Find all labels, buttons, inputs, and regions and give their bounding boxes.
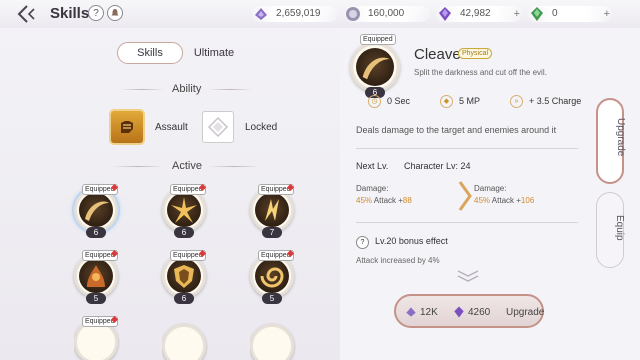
arrow-right-icon <box>458 181 472 211</box>
skill-slot-cleave[interactable]: Equipped 6 <box>74 183 120 238</box>
divider <box>120 89 164 90</box>
currency-green-value: 0 <box>552 8 558 19</box>
tab-skills[interactable]: Skills <box>117 42 183 64</box>
crystal-bundle-icon <box>255 8 267 20</box>
shield-burst-icon <box>174 265 194 288</box>
skill-level: 6 <box>174 227 194 238</box>
back-icon[interactable] <box>16 4 38 24</box>
slash-arc-icon <box>85 201 109 221</box>
currency-purple: 42,982 + <box>436 6 522 22</box>
charge-stat: » + 3.5 Charge <box>510 95 581 108</box>
skill-level: 5 <box>262 293 282 304</box>
currency-silver-value: 160,000 <box>368 8 405 19</box>
fire-creature-icon <box>87 265 105 287</box>
divider <box>208 89 252 90</box>
current-damage-label: Damage: <box>356 184 389 193</box>
skill-level: 5 <box>86 293 106 304</box>
slash-arc-icon <box>362 57 390 80</box>
currency-crystals-value: 2,659,019 <box>276 8 321 19</box>
mp-cost-stat: ◆ 5 MP <box>440 95 480 108</box>
character-level-req: Character Lv: 24 <box>404 161 471 171</box>
skill-level: 6 <box>86 227 106 238</box>
skill-level: 6 <box>174 293 194 304</box>
bell-icon <box>111 9 119 16</box>
skill-slot-7[interactable]: Equipped <box>74 316 120 360</box>
bell-button[interactable] <box>107 5 123 21</box>
skill-description: Deals damage to the target and enemies a… <box>356 125 557 135</box>
burst-spikes-icon <box>171 197 197 223</box>
skill-slot-5[interactable]: Equipped 6 <box>162 249 208 304</box>
current-damage-value: 45% Attack +88 <box>356 196 412 205</box>
skill-level: 7 <box>262 227 282 238</box>
help-button[interactable]: ? <box>88 5 104 21</box>
divider <box>356 222 578 223</box>
currency-crystals: 2,659,019 <box>252 6 338 22</box>
green-gem-icon <box>531 7 543 21</box>
currency-purple-value: 42,982 <box>460 8 491 19</box>
equipped-badge: Equipped <box>360 34 396 45</box>
ability-heading: Ability <box>172 83 202 95</box>
scroll-down-icon[interactable] <box>455 268 481 282</box>
skill-type-tabs: Skills Ultimate <box>117 42 245 64</box>
ability-locked[interactable] <box>202 111 234 143</box>
info-icon: ? <box>356 236 369 249</box>
next-level-label: Next Lv. <box>356 161 389 171</box>
divider <box>208 166 260 167</box>
next-damage-value: 45% Attack +106 <box>474 196 535 205</box>
lightning-blades-icon <box>265 199 279 221</box>
purple-gem-icon <box>439 7 451 21</box>
tab-upgrade[interactable]: Upgrade <box>596 98 626 184</box>
damage-type-tag: Physical <box>458 48 493 59</box>
tab-equip[interactable]: Equip <box>596 192 625 268</box>
active-heading: Active <box>172 160 202 172</box>
add-purple-button[interactable]: + <box>514 8 520 20</box>
tab-ultimate[interactable]: Ultimate <box>183 42 245 64</box>
selected-skill-icon: Equipped 6 <box>350 34 402 98</box>
divider <box>112 166 164 167</box>
golden-spiral-icon <box>260 267 284 288</box>
skill-flavor-text: Split the darkness and cut off the evil. <box>414 68 547 77</box>
skill-slot-6[interactable]: Equipped 5 <box>250 249 296 304</box>
skill-name: Cleave <box>414 46 461 63</box>
upgrade-cost-gems: 4260 <box>468 307 491 318</box>
crystal-bundle-icon <box>406 307 416 317</box>
locked-slot-icon <box>207 116 229 138</box>
cooldown-stat: ◷ 0 Sec <box>368 95 410 108</box>
skill-slot-8[interactable] <box>162 320 208 360</box>
next-damage-label: Damage: <box>474 184 507 193</box>
upgrade-cost-crystals: 12K <box>420 307 438 318</box>
ability-assault[interactable] <box>111 111 143 143</box>
add-green-button[interactable]: + <box>604 8 610 20</box>
currency-silver: 160,000 <box>344 6 430 22</box>
mp-icon: ◆ <box>440 95 453 108</box>
upgrade-label: Upgrade <box>506 307 545 318</box>
silver-coin-icon <box>346 7 360 21</box>
upgrade-button[interactable]: 12K 4260 Upgrade <box>394 294 544 328</box>
ability-locked-label: Locked <box>245 122 278 133</box>
purple-gem-icon <box>454 306 464 318</box>
skill-slot-3[interactable]: Equipped 7 <box>250 183 296 238</box>
clock-icon: ◷ <box>368 95 381 108</box>
skill-slot-9[interactable] <box>250 320 296 360</box>
page-title: Skills <box>50 5 90 22</box>
charge-icon: » <box>510 95 523 108</box>
fist-icon <box>121 121 133 133</box>
divider <box>356 148 578 149</box>
bonus-effect-desc: Attack increased by 4% <box>356 256 440 265</box>
skill-slot-2[interactable]: Equipped 6 <box>162 183 208 238</box>
bonus-effect-title: ? Lv.20 bonus effect <box>356 236 448 249</box>
currency-green: 0 + <box>528 6 612 22</box>
skill-slot-4[interactable]: Equipped 5 <box>74 249 120 304</box>
ability-assault-label: Assault <box>155 122 188 133</box>
